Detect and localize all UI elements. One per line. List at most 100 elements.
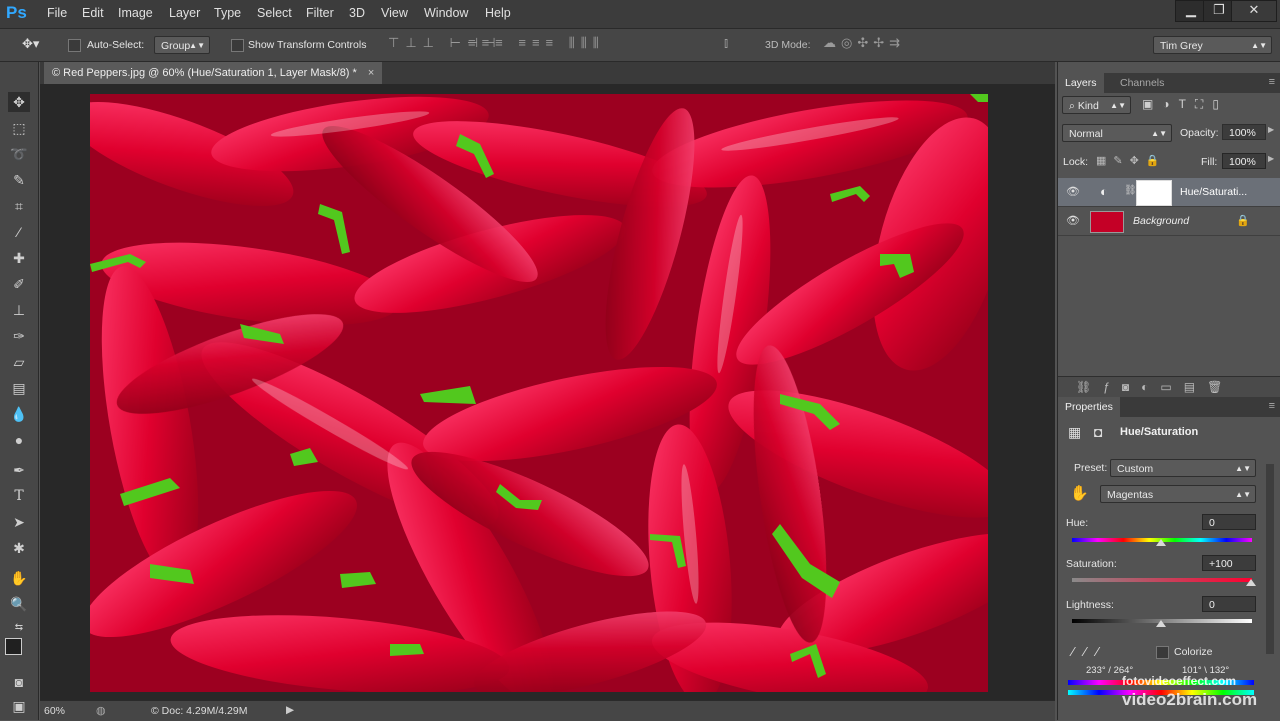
dropdown-arrow-icon: ▲▼ [1151, 129, 1167, 138]
colorize-label: Colorize [1174, 646, 1213, 658]
menu-window[interactable]: Window [424, 6, 468, 20]
tab-layers[interactable]: Layers [1058, 73, 1104, 93]
menu-help[interactable]: Help [485, 6, 511, 20]
right-panels: Layers Channels ≡ ⌕ Kind ▲▼ ▣◑T⛶▯ Normal ▲… [1057, 62, 1280, 720]
workspace-dropdown[interactable]: Tim Grey ▲▼ [1153, 36, 1272, 54]
saturation-slider-track[interactable] [1072, 578, 1252, 582]
dropdown-arrow-icon: ▲▼ [1251, 41, 1267, 50]
menu-edit[interactable]: Edit [82, 6, 104, 20]
status-bar: 60% ◍ © Doc: 4.29M/4.29M ▶ [40, 700, 1055, 721]
properties-scrollbar[interactable] [1266, 464, 1274, 654]
fill-field[interactable]: 100% [1222, 153, 1266, 169]
auto-select-dropdown[interactable]: Group ▲▼ [154, 36, 210, 54]
menu-image[interactable]: Image [118, 6, 153, 20]
red-peppers-image[interactable] [90, 94, 988, 692]
close-tab-icon[interactable]: × [368, 67, 374, 79]
quick-selection-tool-icon[interactable]: ✎ [8, 170, 30, 190]
hue-label: Hue: [1066, 517, 1089, 529]
zoom-level[interactable]: 60% [44, 705, 65, 717]
saturation-field[interactable]: +100 [1202, 555, 1256, 571]
zoom-tool-icon[interactable]: 🔍 [8, 594, 30, 614]
status-menu-icon[interactable]: ◍ [96, 704, 106, 717]
photoshop-logo: Ps [6, 3, 27, 22]
menu-type[interactable]: Type [214, 6, 241, 20]
mask-icon[interactable]: ◘ [1094, 424, 1102, 440]
layer-lock-icon: 🔒 [1236, 215, 1250, 227]
show-transform-checkbox[interactable] [231, 39, 244, 52]
channel-dropdown[interactable]: Magentas ▲▼ [1100, 485, 1256, 503]
layer-filter-icons[interactable]: ▣◑T⛶▯ [1142, 97, 1228, 112]
eyedropper-icons[interactable]: ⁄⁄⁄ [1072, 644, 1109, 659]
distribute-icons[interactable]: ≡≡≡ ≡≡≡ ⫼⫼⫼ [468, 35, 605, 51]
lock-label: Lock: [1063, 156, 1089, 168]
menu-select[interactable]: Select [257, 6, 292, 20]
panel-menu-icon[interactable]: ≡ [1269, 400, 1275, 412]
move-tool-preset-icon[interactable]: ✥▾ [22, 36, 39, 52]
mask-link-icon[interactable]: ⛓ [1124, 185, 1137, 196]
document-tab-bar: © Red Peppers.jpg @ 60% (Hue/Saturation … [40, 62, 1055, 84]
auto-select-label: Auto-Select: [87, 39, 145, 51]
visibility-eye-icon[interactable]: 👁 [1066, 214, 1080, 227]
swap-colors-icon[interactable]: ⇆ [8, 618, 30, 638]
visibility-eye-icon[interactable]: 👁 [1066, 185, 1080, 198]
hand-tool-icon[interactable]: ✋ [8, 568, 30, 588]
dropdown-arrow-icon: ▲▼ [1235, 490, 1251, 499]
menu-view[interactable]: View [381, 6, 408, 20]
eraser-tool-icon[interactable]: ▱ [8, 352, 30, 372]
targeted-adjustment-hand-icon[interactable]: ✋ [1070, 484, 1089, 502]
type-tool-icon[interactable]: T [8, 486, 30, 506]
eyedropper-tool-icon[interactable]: ⁄ [8, 222, 30, 242]
path-selection-tool-icon[interactable]: ➤ [8, 512, 30, 532]
close-button[interactable]: ✕ [1231, 0, 1277, 22]
screen-mode-icon[interactable]: ▣ [8, 696, 30, 716]
hue-slider-thumb[interactable] [1156, 539, 1166, 546]
colorize-checkbox[interactable] [1156, 646, 1169, 659]
lightness-field[interactable]: 0 [1202, 596, 1256, 612]
dodge-tool-icon[interactable]: ● [8, 430, 30, 450]
lightness-slider-thumb[interactable] [1156, 620, 1166, 627]
crop-tool-icon[interactable]: ⌗ [8, 196, 30, 216]
menu-filter[interactable]: Filter [306, 6, 334, 20]
blend-mode-dropdown[interactable]: Normal ▲▼ [1062, 124, 1172, 142]
opacity-field[interactable]: 100% [1222, 124, 1266, 140]
custom-shape-tool-icon[interactable]: ✱ [8, 538, 30, 558]
tab-properties[interactable]: Properties [1058, 397, 1120, 417]
quick-mask-icon[interactable]: ◙ [8, 672, 30, 692]
auto-select-checkbox[interactable] [68, 39, 81, 52]
move-tool-icon[interactable]: ✥ [8, 92, 30, 112]
menu-3d[interactable]: 3D [349, 6, 365, 20]
layer-mask-thumbnail[interactable] [1136, 180, 1172, 206]
layer-background[interactable]: 👁 Background 🔒 [1058, 207, 1280, 236]
3d-mode-icons[interactable]: ☁◎✣✢⇉ [823, 35, 905, 51]
fill-arrow-icon[interactable]: ▶ [1268, 154, 1274, 163]
foreground-color-swatch[interactable] [5, 638, 22, 655]
blur-tool-icon[interactable]: 💧 [8, 404, 30, 424]
menu-layer[interactable]: Layer [169, 6, 200, 20]
document-tab[interactable]: © Red Peppers.jpg @ 60% (Hue/Saturation … [44, 62, 383, 84]
status-arrow-icon[interactable]: ▶ [286, 704, 294, 716]
opacity-arrow-icon[interactable]: ▶ [1268, 125, 1274, 134]
saturation-slider-thumb[interactable] [1246, 579, 1256, 586]
marquee-tool-icon[interactable]: ⬚ [8, 118, 30, 138]
layer-hue-saturation[interactable]: 👁 ◐ ⛓ Hue/Saturati... [1058, 178, 1280, 207]
panel-menu-icon[interactable]: ≡ [1269, 76, 1275, 88]
pen-tool-icon[interactable]: ✒ [8, 460, 30, 480]
adjustment-icon[interactable]: ▦ [1068, 424, 1081, 441]
brush-tool-icon[interactable]: ✐ [8, 274, 30, 294]
adjustment-layer-icon: ◐ [1100, 184, 1108, 199]
hue-field[interactable]: 0 [1202, 514, 1256, 530]
gradient-tool-icon[interactable]: ▤ [8, 378, 30, 398]
document-tab-title: © Red Peppers.jpg @ 60% (Hue/Saturation … [52, 67, 357, 79]
clone-stamp-tool-icon[interactable]: ⊥ [8, 300, 30, 320]
filter-kind-dropdown[interactable]: ⌕ Kind ▲▼ [1062, 96, 1131, 114]
preset-dropdown[interactable]: Custom ▲▼ [1110, 459, 1256, 477]
layer-footer-icons[interactable]: ⛓ƒ◙◐▭▤🗑 [1076, 380, 1234, 394]
auto-align-icon[interactable]: ⫾ [724, 35, 728, 51]
menu-file[interactable]: File [47, 6, 67, 20]
lightness-label: Lightness: [1066, 599, 1114, 611]
tab-channels[interactable]: Channels [1113, 73, 1171, 93]
history-brush-tool-icon[interactable]: ✑ [8, 326, 30, 346]
lasso-tool-icon[interactable]: ➰ [8, 144, 30, 164]
healing-brush-tool-icon[interactable]: ✚ [8, 248, 30, 268]
lock-icons[interactable]: ▦✎✥🔒 [1096, 154, 1167, 167]
